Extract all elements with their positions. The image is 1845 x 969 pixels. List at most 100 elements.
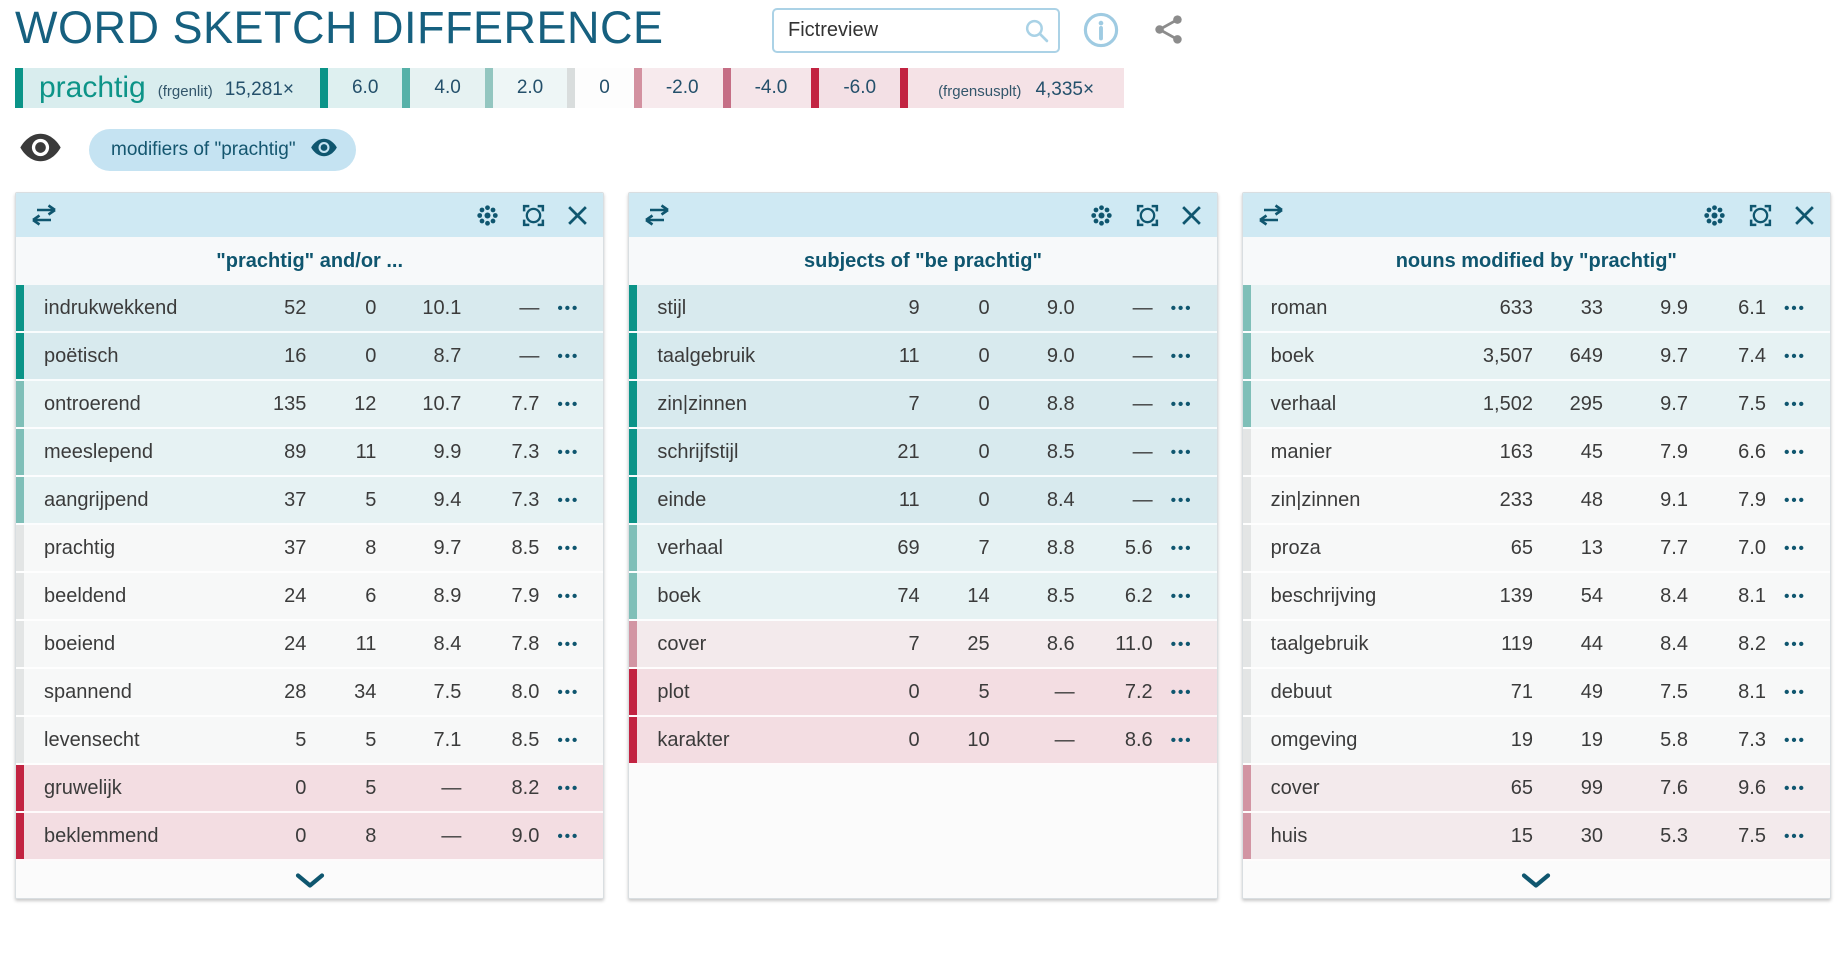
freq-corpus1: 65 [1438, 777, 1533, 800]
collocate-word[interactable]: proza [1251, 537, 1438, 560]
collocate-word[interactable]: stijl [637, 297, 824, 320]
row-menu-dots[interactable]: ••• [1153, 636, 1217, 653]
row-menu-dots[interactable]: ••• [1766, 588, 1830, 605]
focus-icon[interactable] [1748, 203, 1773, 228]
collocate-word[interactable]: beklemmend [24, 825, 211, 848]
eye-icon[interactable] [310, 137, 338, 164]
collocate-word[interactable]: debuut [1251, 681, 1438, 704]
word-sketch-icon[interactable] [1088, 202, 1115, 229]
panel-footer [16, 861, 603, 898]
row-menu-dots[interactable]: ••• [1153, 732, 1217, 749]
row-menu-dots[interactable]: ••• [1153, 588, 1217, 605]
row-menu-dots[interactable]: ••• [1766, 300, 1830, 317]
collocate-word[interactable]: poëtisch [24, 345, 211, 368]
row-menu-dots[interactable]: ••• [539, 348, 603, 365]
table-row: zin|zinnen 7 0 8.8 — ••• [629, 381, 1216, 429]
freq-corpus1: 3,507 [1438, 345, 1533, 368]
row-menu-dots[interactable]: ••• [539, 492, 603, 509]
swap-columns-icon[interactable] [643, 204, 671, 226]
collocate-word[interactable]: roman [1251, 297, 1438, 320]
collocate-word[interactable]: plot [637, 681, 824, 704]
row-menu-dots[interactable]: ••• [539, 684, 603, 701]
row-menu-dots[interactable]: ••• [539, 300, 603, 317]
row-menu-dots[interactable]: ••• [1153, 684, 1217, 701]
share-icon[interactable] [1152, 13, 1185, 51]
collocate-word[interactable]: einde [637, 489, 824, 512]
row-menu-dots[interactable]: ••• [1153, 444, 1217, 461]
word-sketch-icon[interactable] [1701, 202, 1728, 229]
row-menu-dots[interactable]: ••• [539, 396, 603, 413]
collocate-word[interactable]: boek [637, 585, 824, 608]
row-color-bar [1243, 381, 1251, 427]
row-menu-dots[interactable]: ••• [1766, 348, 1830, 365]
table-row: boeiend 24 11 8.4 7.8 ••• [16, 621, 603, 669]
chevron-down-icon[interactable] [294, 873, 326, 889]
row-menu-dots[interactable]: ••• [1766, 780, 1830, 797]
collocate-word[interactable]: levensecht [24, 729, 211, 752]
visibility-toggle-icon[interactable] [18, 131, 63, 169]
row-color-bar [629, 717, 637, 763]
row-menu-dots[interactable]: ••• [539, 780, 603, 797]
word-sketch-icon[interactable] [474, 202, 501, 229]
close-icon[interactable] [566, 204, 589, 227]
row-menu-dots[interactable]: ••• [1766, 444, 1830, 461]
collocate-word[interactable]: spannend [24, 681, 211, 704]
row-menu-dots[interactable]: ••• [1153, 348, 1217, 365]
row-menu-dots[interactable]: ••• [1766, 636, 1830, 653]
search-icon[interactable] [1023, 17, 1050, 49]
collocate-word[interactable]: verhaal [637, 537, 824, 560]
row-menu-dots[interactable]: ••• [539, 732, 603, 749]
row-menu-dots[interactable]: ••• [539, 444, 603, 461]
row-menu-dots[interactable]: ••• [539, 588, 603, 605]
close-icon[interactable] [1793, 204, 1816, 227]
collocate-word[interactable]: boeiend [24, 633, 211, 656]
row-menu-dots[interactable]: ••• [1766, 396, 1830, 413]
collocate-word[interactable]: taalgebruik [637, 345, 824, 368]
row-menu-dots[interactable]: ••• [1766, 492, 1830, 509]
row-menu-dots[interactable]: ••• [539, 540, 603, 557]
row-menu-dots[interactable]: ••• [1766, 828, 1830, 845]
collocate-word[interactable]: beschrijving [1251, 585, 1438, 608]
collocate-word[interactable]: ontroerend [24, 393, 211, 416]
collocate-word[interactable]: prachtig [24, 537, 211, 560]
row-menu-dots[interactable]: ••• [539, 828, 603, 845]
collocate-word[interactable]: indrukwekkend [24, 297, 211, 320]
search-input[interactable] [772, 8, 1060, 53]
collocate-word[interactable]: gruwelijk [24, 777, 211, 800]
row-menu-dots[interactable]: ••• [539, 636, 603, 653]
collocate-word[interactable]: meeslepend [24, 441, 211, 464]
collocate-word[interactable]: zin|zinnen [1251, 489, 1438, 512]
freq-corpus1: 65 [1438, 537, 1533, 560]
swap-columns-icon[interactable] [30, 204, 58, 226]
row-menu-dots[interactable]: ••• [1766, 684, 1830, 701]
focus-icon[interactable] [521, 203, 546, 228]
collocate-word[interactable]: schrijfstijl [637, 441, 824, 464]
collocate-word[interactable]: huis [1251, 825, 1438, 848]
collocate-word[interactable]: karakter [637, 729, 824, 752]
row-menu-dots[interactable]: ••• [1153, 396, 1217, 413]
row-menu-dots[interactable]: ••• [1766, 540, 1830, 557]
freq-corpus2: 11 [306, 633, 376, 656]
collocate-word[interactable]: omgeving [1251, 729, 1438, 752]
swap-columns-icon[interactable] [1257, 204, 1285, 226]
collocate-word[interactable]: beeldend [24, 585, 211, 608]
collocate-word[interactable]: aangrijpend [24, 489, 211, 512]
collocate-word[interactable]: cover [637, 633, 824, 656]
info-icon[interactable] [1083, 12, 1119, 53]
collocate-word[interactable]: manier [1251, 441, 1438, 464]
row-menu-dots[interactable]: ••• [1766, 732, 1830, 749]
collocate-word[interactable]: verhaal [1251, 393, 1438, 416]
collocate-word[interactable]: zin|zinnen [637, 393, 824, 416]
score-corpus2: 7.3 [461, 489, 539, 512]
row-menu-dots[interactable]: ••• [1153, 300, 1217, 317]
row-menu-dots[interactable]: ••• [1153, 492, 1217, 509]
chevron-down-icon[interactable] [1520, 873, 1552, 889]
table-row: manier 163 45 7.9 6.6 ••• [1243, 429, 1830, 477]
focus-icon[interactable] [1135, 203, 1160, 228]
close-icon[interactable] [1180, 204, 1203, 227]
relation-chip-modifiers[interactable]: modifiers of "prachtig" [89, 129, 356, 171]
collocate-word[interactable]: cover [1251, 777, 1438, 800]
row-menu-dots[interactable]: ••• [1153, 540, 1217, 557]
collocate-word[interactable]: taalgebruik [1251, 633, 1438, 656]
collocate-word[interactable]: boek [1251, 345, 1438, 368]
